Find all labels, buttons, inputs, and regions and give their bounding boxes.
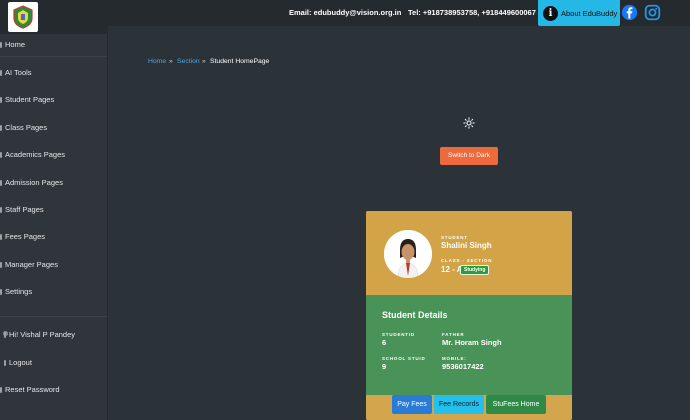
pay-fees-button[interactable]: Pay Fees	[392, 395, 432, 414]
divider	[0, 56, 107, 57]
logout-link[interactable]: Logout	[4, 358, 32, 367]
breadcrumb-section[interactable]: Section	[177, 58, 200, 65]
breadcrumb-separator: »	[202, 58, 206, 65]
breadcrumb-home[interactable]: Home	[148, 58, 166, 65]
logo-area	[0, 0, 108, 34]
logo-crest-icon	[13, 5, 33, 29]
contact-email: Email: edubuddy@vision.org.in	[289, 8, 402, 17]
stufees-home-button[interactable]: StuFees Home	[486, 395, 546, 414]
sidebar-item-admission-pages[interactable]: Admission Pages	[0, 178, 63, 187]
sidebar-item-staff-pages[interactable]: Staff Pages	[0, 205, 44, 214]
divider	[0, 316, 107, 317]
studentid-label: STUDENTID	[382, 332, 415, 337]
sidebar-item-class-pages[interactable]: Class Pages	[0, 123, 47, 132]
class-section-label: CLASS - SECTION	[441, 258, 493, 263]
breadcrumb-current: Student HomePage	[210, 58, 270, 65]
student-photo	[384, 230, 432, 278]
student-label: STUDENT	[441, 235, 468, 240]
info-icon: i	[543, 5, 558, 21]
student-name: Shalini Singh	[441, 241, 492, 250]
sidebar-item-ai-tools[interactable]: AI Tools	[0, 68, 32, 77]
student-portrait-icon	[384, 230, 432, 278]
contact-phone: Tel: +918738953758, +918449600067	[408, 8, 536, 17]
status-badge: Studying	[460, 265, 490, 275]
sidebar-item-academics-pages[interactable]: Academics Pages	[0, 150, 65, 159]
sidebar-item-manager-pages[interactable]: Manager Pages	[0, 260, 58, 269]
mobile-value: 9536017422	[442, 362, 484, 371]
action-buttons: Pay Fees Fee Records StuFees Home	[366, 395, 572, 420]
instagram-icon[interactable]	[644, 4, 661, 21]
school-logo[interactable]	[8, 2, 38, 32]
reset-password-link[interactable]: Reset Password	[0, 385, 60, 394]
sidebar-item-fees-pages[interactable]: Fees Pages	[0, 232, 45, 241]
breadcrumb-separator: »	[169, 58, 173, 65]
about-button[interactable]: i About EduBuddy	[538, 0, 620, 26]
sidebar-item-student-pages[interactable]: Student Pages	[0, 95, 54, 104]
facebook-icon[interactable]	[621, 4, 638, 21]
user-greeting: Hi! Vishal P Pandey	[3, 330, 76, 339]
sidebar-item-settings[interactable]: Settings	[0, 287, 32, 296]
school-stuid-value: 9	[382, 362, 387, 371]
fee-records-button[interactable]: Fee Records	[434, 395, 484, 414]
sun-icon[interactable]	[463, 117, 475, 129]
sidebar: Home AI Tools Student Pages Class Pages …	[0, 0, 108, 420]
about-label: About EduBuddy	[561, 8, 618, 18]
student-details-title: Student Details	[382, 310, 448, 320]
switch-to-dark-button[interactable]: Switch to Dark	[440, 147, 498, 165]
mobile-label: MOBILE:	[442, 356, 467, 361]
sidebar-item-home[interactable]: Home	[0, 40, 25, 49]
father-value: Mr. Horam Singh	[442, 338, 502, 347]
student-header: STUDENT Shalini Singh CLASS - SECTION 12…	[366, 211, 572, 295]
father-label: FATHER	[442, 332, 465, 337]
student-card: STUDENT Shalini Singh CLASS - SECTION 12…	[366, 211, 572, 420]
student-details-panel: Student Details STUDENTID 6 FATHER Mr. H…	[366, 295, 572, 395]
studentid-value: 6	[382, 338, 387, 347]
school-stuid-label: SCHOOL STUID	[382, 356, 426, 361]
